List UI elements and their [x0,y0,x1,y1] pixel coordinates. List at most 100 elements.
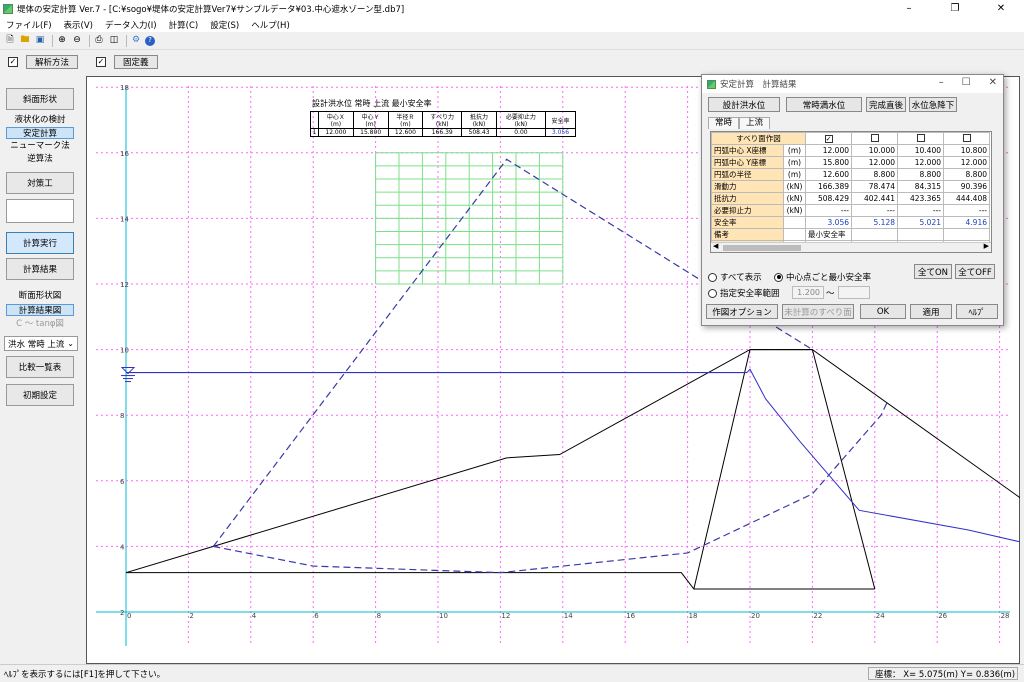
result-cell[interactable]: 166.389 [805,180,852,193]
all-off-button[interactable]: 全てOFF [955,264,995,279]
result-cell[interactable]: 84.315 [897,180,944,193]
result-cell[interactable]: 78.474 [851,180,898,193]
result-cell[interactable]: --- [805,204,852,217]
settings-icon[interactable]: ⚙ [130,35,142,47]
analysis-method-checkbox[interactable]: ✓ [8,57,18,67]
result-cell[interactable]: 8.800 [943,168,990,181]
zoom-in-icon[interactable]: ⊕ [56,35,68,47]
zoom-out-icon[interactable]: ⊖ [71,35,83,47]
menu-calc[interactable]: 計算(C) [169,19,199,31]
apply-button[interactable]: 適用 [910,304,952,319]
result-cell[interactable] [897,228,944,241]
result-cell[interactable]: 423.365 [897,192,944,205]
run-calc-button[interactable]: 計算実行 [6,232,74,254]
print-preview-icon[interactable]: ◫ [108,35,120,47]
compare-list-button[interactable]: 比較一覧表 [6,356,74,378]
tab-normal[interactable]: 常時 [708,117,740,129]
result-cell[interactable]: 90.396 [943,180,990,193]
close-icon[interactable]: ✕ [978,0,1024,17]
result-cell[interactable]: 8.800 [897,168,944,181]
tab-upstream[interactable]: 上流 [739,117,771,129]
minimize-icon[interactable]: – [886,0,932,17]
scroll-right-icon[interactable]: ▶ [984,242,989,250]
scroll-left-icon[interactable]: ◀ [713,242,718,250]
maximize-icon[interactable]: ☐ [962,77,971,88]
result-cell[interactable]: 10.400 [897,144,944,157]
result-cell[interactable]: 5.021 [897,216,944,229]
result-cell[interactable]: 10.000 [851,144,898,157]
x-tick-label: 8 [377,612,381,620]
maximize-icon[interactable]: ❐ [932,0,978,17]
stability-calc-link[interactable]: 安定計算 [6,127,74,139]
range-to-input[interactable] [838,286,870,299]
all-on-button[interactable]: 全てON [914,264,952,279]
countermeasure-button[interactable]: 対策工 [6,172,74,194]
plot-header-required: 必要抑止力 (kN) [495,111,546,129]
result-cell[interactable]: 12.000 [805,144,852,157]
menu-settings[interactable]: 設定(S) [210,19,239,31]
fixed-definition-button[interactable]: 固定義 [114,55,158,69]
result-cell[interactable]: 最小安全率 [805,228,852,241]
result-cell[interactable]: 15.800 [805,156,852,169]
result-cell[interactable]: 12.000 [851,156,898,169]
result-cell[interactable]: 508.429 [805,192,852,205]
case-select[interactable]: 洪水 常時 上流 ⌄ [4,336,78,351]
liquefaction-link[interactable]: 液状化の検討 [6,114,74,126]
y-tick-label: 2 [120,609,124,617]
analysis-method-button[interactable]: 解析方法 [26,55,79,69]
section-figure-link[interactable]: 断面形状図 [6,290,74,302]
result-cell[interactable]: 12.600 [805,168,852,181]
fixed-definition-checkbox[interactable]: ✓ [96,57,107,67]
print-icon[interactable]: ⎙ [93,35,105,47]
result-figure-link[interactable]: 計算結果図 [6,304,74,316]
just-after-completion-button[interactable]: 完成直後 [866,97,906,112]
initial-settings-button[interactable]: 初期設定 [6,384,74,406]
slip-draw-checkbox[interactable]: ✓ [805,132,852,145]
rapid-drawdown-button[interactable]: 水位急降下 [909,97,957,112]
open-folder-icon[interactable]: 🖿 [19,35,31,47]
menu-file[interactable]: ファイル(F) [6,19,52,31]
result-cell[interactable]: 3.056 [805,216,852,229]
result-cell[interactable]: 4.916 [943,216,990,229]
help-button[interactable]: ﾍﾙﾌﾟ [956,304,998,319]
radio-range[interactable]: 指定安全率範囲 [708,287,780,299]
menu-data-input[interactable]: データ入力(I) [105,19,157,31]
slip-draw-checkbox[interactable] [851,132,898,145]
menu-help[interactable]: ヘルプ(H) [251,19,290,31]
close-icon[interactable]: ✕ [989,77,997,88]
slip-draw-checkbox[interactable] [897,132,944,145]
draw-option-button[interactable]: 作図オプション [706,304,778,319]
result-cell[interactable] [943,228,990,241]
result-cell[interactable]: 10.800 [943,144,990,157]
newmark-link[interactable]: ニューマーク法 [6,140,74,152]
result-cell[interactable]: 8.800 [851,168,898,181]
horizontal-scrollbar[interactable]: ◀ ▶ [711,242,991,252]
help-icon[interactable]: ? [145,35,155,46]
result-cell[interactable]: 444.408 [943,192,990,205]
result-cell[interactable] [851,228,898,241]
result-cell[interactable]: --- [943,204,990,217]
coordinate-readout: 座標： X= 5.075(m) Y= 0.836(m) [868,667,1018,680]
radio-center-min[interactable]: 中心点ごと最小安全率 [774,271,871,283]
ok-button[interactable]: OK [860,304,906,319]
inverse-calc-link[interactable]: 逆算法 [6,153,74,165]
result-cell[interactable]: --- [851,204,898,217]
menu-view[interactable]: 表示(V) [64,19,93,31]
slope-shape-button[interactable]: 斜面形状 [6,88,74,110]
normal-full-level-button[interactable]: 常時満水位 [786,97,862,112]
minimize-icon[interactable]: – [939,77,944,88]
result-cell[interactable]: 12.000 [897,156,944,169]
radio-show-all[interactable]: すべて表示 [708,271,762,283]
dialog-window-controls: – ☐ ✕ [939,77,997,88]
calc-result-button[interactable]: 計算結果 [6,258,74,280]
design-flood-level-button[interactable]: 設計洪水位 [708,97,780,112]
result-cell[interactable]: 12.000 [943,156,990,169]
result-cell[interactable]: --- [897,204,944,217]
slip-draw-checkbox[interactable] [943,132,990,145]
scrollbar-thumb[interactable] [723,245,801,251]
result-cell[interactable]: 402.441 [851,192,898,205]
range-from-input[interactable]: 1.200 [792,286,824,299]
new-file-icon[interactable]: 🗎 [4,35,16,47]
save-icon[interactable]: ▣ [34,35,46,47]
result-cell[interactable]: 5.128 [851,216,898,229]
